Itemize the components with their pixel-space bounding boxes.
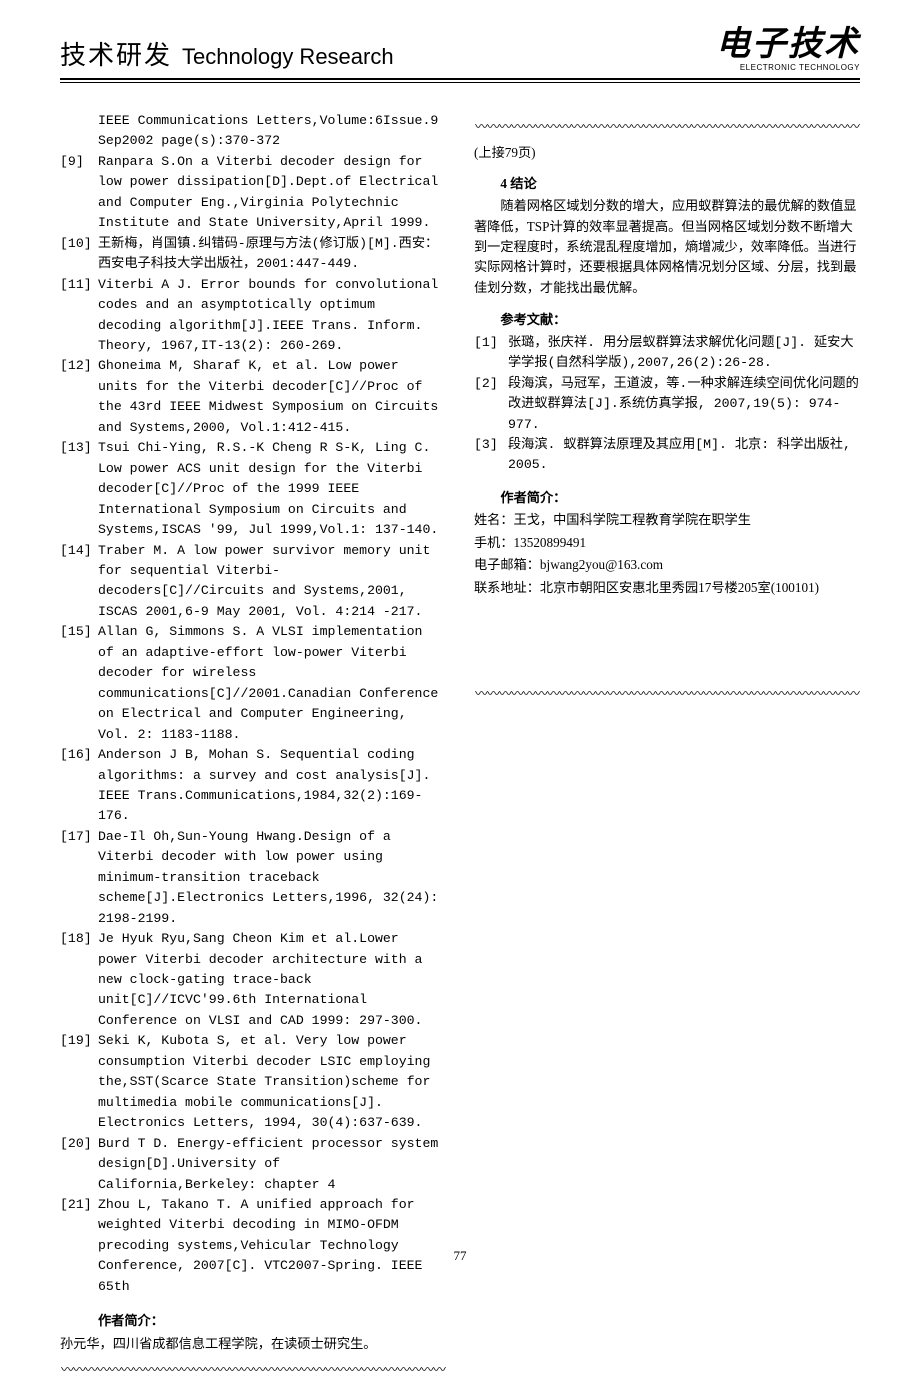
page-number: 77: [0, 1248, 920, 1264]
ref-text: Burd T D. Energy-efficient processor sys…: [98, 1134, 446, 1195]
header-left: 技术研发 Technology Research: [60, 35, 394, 72]
ref-num: [10]: [60, 234, 98, 275]
left-column: IEEE Communications Letters,Volume:6Issu…: [60, 111, 446, 1386]
reference-r3: [3]段海滨. 蚁群算法原理及其应用[M]. 北京: 科学出版社, 2005.: [474, 435, 860, 476]
ref-text: Je Hyuk Ryu,Sang Cheon Kim et al.Lower p…: [98, 929, 446, 1031]
ref-text: Traber M. A low power survivor memory un…: [98, 541, 446, 623]
reference-17: [17]Dae-Il Oh,Sun-Young Hwang.Design of …: [60, 827, 446, 929]
ref-text: Tsui Chi-Ying, R.S.-K Cheng R S-K, Ling …: [98, 438, 446, 540]
ref-num: [9]: [60, 152, 98, 234]
reference-20: [20]Burd T D. Energy-efficient processor…: [60, 1134, 446, 1195]
right-column: 〰〰〰〰〰〰〰〰〰〰〰〰〰〰〰〰〰〰〰〰〰〰〰〰〰〰〰〰〰〰〰〰 (上接79页)…: [474, 111, 860, 1386]
author-bio-heading: 作者简介：: [60, 1311, 446, 1331]
reference-12: [12]Ghoneima M, Sharaf K, et al. Low pow…: [60, 356, 446, 438]
section-4-heading: 4 结论: [474, 174, 860, 194]
ref-num: [1]: [474, 333, 508, 374]
ref-text: Seki K, Kubota S, et al. Very low power …: [98, 1031, 446, 1133]
author-bio-heading: 作者简介：: [474, 488, 860, 508]
author-name: 姓名：王戈，中国科学院工程教育学院在职学生: [474, 510, 860, 530]
section-title-cn: 技术研发: [60, 35, 172, 72]
ref-num: [16]: [60, 745, 98, 827]
ref-num: [13]: [60, 438, 98, 540]
reference-9: [9]Ranpara S.On a Viterbi decoder design…: [60, 152, 446, 234]
reference-19: [19]Seki K, Kubota S, et al. Very low po…: [60, 1031, 446, 1133]
section-4-body: 随着网格区域划分数的增大，应用蚁群算法的最优解的数值显著降低，TSP计算的效率显…: [474, 196, 860, 298]
ref-num: [14]: [60, 541, 98, 623]
ref-text: Ghoneima M, Sharaf K, et al. Low power u…: [98, 356, 446, 438]
ref-num: [20]: [60, 1134, 98, 1195]
journal-title-en: ELECTRONIC TECHNOLOGY: [716, 64, 860, 72]
reference-16: [16]Anderson J B, Mohan S. Sequential co…: [60, 745, 446, 827]
reference-11: [11]Viterbi A J. Error bounds for convol…: [60, 275, 446, 357]
ref-text: 段海滨，马冠军，王道波，等.一种求解连续空间优化问题的改进蚁群算法[J].系统仿…: [508, 374, 860, 435]
ref-text: Dae-Il Oh,Sun-Young Hwang.Design of a Vi…: [98, 827, 446, 929]
author-phone: 手机：13520899491: [474, 533, 860, 553]
ref-num: [11]: [60, 275, 98, 357]
ref-text: 张璐，张庆祥. 用分层蚁群算法求解优化问题[J]. 延安大学学报(自然科学版),…: [508, 333, 860, 374]
ref-text: 段海滨. 蚁群算法原理及其应用[M]. 北京: 科学出版社, 2005.: [508, 435, 860, 476]
ref-text: Zhou L, Takano T. A unified approach for…: [98, 1195, 446, 1297]
reference-r1: [1]张璐，张庆祥. 用分层蚁群算法求解优化问题[J]. 延安大学学报(自然科学…: [474, 333, 860, 374]
ref-8-continuation: IEEE Communications Letters,Volume:6Issu…: [60, 111, 446, 152]
reference-13: [13]Tsui Chi-Ying, R.S.-K Cheng R S-K, L…: [60, 438, 446, 540]
ref-num: [17]: [60, 827, 98, 929]
author-bio-text: 孙元华，四川省成都信息工程学院，在读硕士研究生。: [60, 1334, 446, 1354]
journal-title-cn: 电子技术: [716, 28, 860, 62]
author-address: 联系地址：北京市朝阳区安惠北里秀园17号楼205室(100101): [474, 578, 860, 598]
ref-num: [2]: [474, 374, 508, 435]
masthead: 电子技术 ELECTRONIC TECHNOLOGY: [716, 28, 860, 72]
separator-squiggle: 〰〰〰〰〰〰〰〰〰〰〰〰〰〰〰〰〰〰〰〰〰〰〰〰〰〰〰〰〰〰〰〰: [474, 684, 860, 704]
reference-r2: [2]段海滨，马冠军，王道波，等.一种求解连续空间优化问题的改进蚁群算法[J].…: [474, 374, 860, 435]
ref-text: Viterbi A J. Error bounds for convolutio…: [98, 275, 446, 357]
page-header: 技术研发 Technology Research 电子技术 ELECTRONIC…: [60, 0, 860, 80]
separator-squiggle: 〰〰〰〰〰〰〰〰〰〰〰〰〰〰〰〰〰〰〰〰〰〰〰〰〰〰〰〰〰〰〰〰: [474, 117, 860, 137]
reference-10: [10]王新梅，肖国镇.纠错码-原理与方法(修订版)[M].西安：西安电子科技大…: [60, 234, 446, 275]
references-heading: 参考文献：: [474, 310, 860, 330]
ref-num: [3]: [474, 435, 508, 476]
ref-num: [18]: [60, 929, 98, 1031]
ref-text: Ranpara S.On a Viterbi decoder design fo…: [98, 152, 446, 234]
section-title-en: Technology Research: [182, 44, 394, 70]
separator-squiggle: 〰〰〰〰〰〰〰〰〰〰〰〰〰〰〰〰〰〰〰〰〰〰〰〰〰〰〰〰〰〰〰〰: [60, 1360, 446, 1380]
reference-14: [14]Traber M. A low power survivor memor…: [60, 541, 446, 623]
ref-num: [15]: [60, 622, 98, 745]
body-columns: IEEE Communications Letters,Volume:6Issu…: [0, 83, 920, 1386]
reference-18: [18]Je Hyuk Ryu,Sang Cheon Kim et al.Low…: [60, 929, 446, 1031]
reference-15: [15]Allan G, Simmons S. A VLSI implement…: [60, 622, 446, 745]
spacer: [474, 598, 860, 678]
ref-num: [21]: [60, 1195, 98, 1297]
author-email: 电子邮箱：bjwang2you@163.com: [474, 555, 860, 575]
ref-num: [12]: [60, 356, 98, 438]
continued-from: (上接79页): [474, 143, 860, 163]
reference-21: [21]Zhou L, Takano T. A unified approach…: [60, 1195, 446, 1297]
ref-text: Anderson J B, Mohan S. Sequential coding…: [98, 745, 446, 827]
ref-num: [19]: [60, 1031, 98, 1133]
ref-text: 王新梅，肖国镇.纠错码-原理与方法(修订版)[M].西安：西安电子科技大学出版社…: [98, 234, 446, 275]
ref-text: Allan G, Simmons S. A VLSI implementatio…: [98, 622, 446, 745]
